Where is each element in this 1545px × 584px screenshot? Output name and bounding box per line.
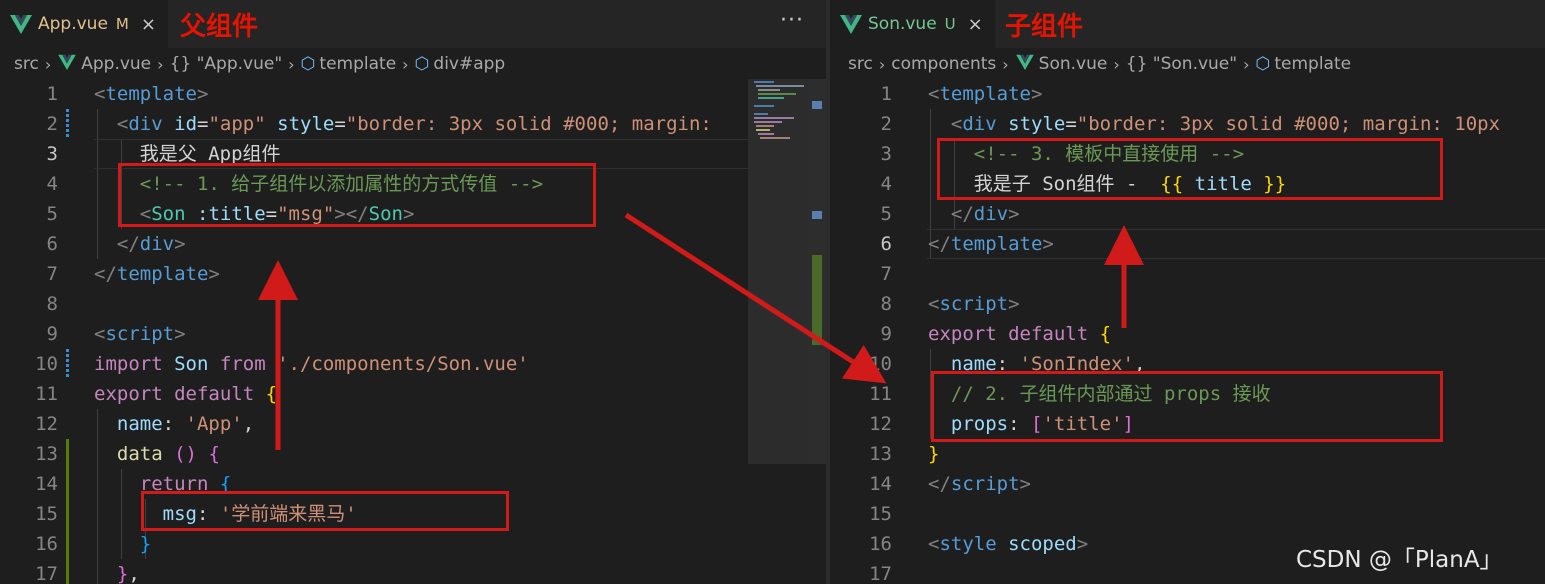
code-line: 1 <template> — [880, 83, 1043, 105]
breadcrumb-item-src[interactable]: src — [14, 54, 39, 74]
watermark: CSDN @「PlanA」 — [1296, 547, 1503, 573]
code-line: 2 <div style="border: 3px solid #000; ma… — [880, 113, 1501, 135]
code-line: 8 <script> — [880, 293, 1020, 315]
code-line: 11 export default { — [35, 383, 278, 405]
code-line: 10 import Son from './components/Son.vue' — [35, 353, 529, 375]
breadcrumb-item-components[interactable]: components — [891, 54, 996, 74]
untracked-flag: U — [944, 15, 956, 33]
code-line: 7 </template> — [46, 263, 220, 285]
tab-bar: Son.vue U × 子组件 — [830, 0, 1545, 48]
chevron-right-icon: › — [157, 54, 164, 74]
highlight-box-props — [931, 371, 1443, 442]
vue-file-icon — [1015, 54, 1035, 75]
breadcrumb-item-module[interactable]: {} "Son.vue" — [1126, 54, 1237, 74]
code-line: 7 — [880, 263, 892, 285]
breadcrumb-item-template[interactable]: template — [1274, 54, 1351, 74]
code-line: 9 <script> — [46, 323, 186, 345]
code-line: 5 </div> — [880, 203, 1020, 225]
breadcrumb-item-template[interactable]: template — [319, 54, 396, 74]
vertical-scrollbar[interactable] — [808, 79, 826, 464]
chevron-right-icon: › — [878, 54, 886, 74]
tab-bar: App.vue M × 父组件 ··· — [0, 0, 826, 48]
code-line: 13} — [869, 443, 940, 465]
annotation-child-label: 子组件 — [1005, 12, 1084, 42]
code-line: 9 export default { — [880, 323, 1112, 345]
breadcrumb: src › components › Son.vue › {} "Son.vue… — [830, 48, 1545, 80]
cube-icon: ⬡ — [1255, 54, 1271, 74]
cube-icon: ⬡ — [300, 54, 316, 74]
chevron-right-icon: › — [1002, 54, 1009, 74]
breadcrumb-item-file[interactable]: Son.vue — [1039, 54, 1108, 74]
tab-label: App.vue — [38, 14, 108, 34]
tab-label: Son.vue — [868, 14, 937, 34]
breadcrumb-item-module[interactable]: {} "App.vue" — [170, 54, 283, 74]
chevron-right-icon: › — [288, 54, 295, 74]
vue-file-icon — [57, 54, 77, 75]
modified-flag: M — [115, 15, 129, 33]
tab-app-vue[interactable]: App.vue M × — [0, 0, 168, 48]
tab-son-vue[interactable]: Son.vue U × — [830, 0, 995, 48]
breadcrumb-item-file[interactable]: App.vue — [81, 54, 151, 74]
code-line: 6 </template> — [880, 233, 1054, 255]
breadcrumb-item-div[interactable]: div#app — [433, 54, 505, 74]
code-line: 6 </div> — [46, 233, 186, 255]
code-line: 1 <template> — [46, 83, 209, 105]
breadcrumb-item-src[interactable]: src — [848, 54, 873, 74]
chevron-right-icon: › — [44, 54, 52, 74]
code-line: 17 }, — [35, 563, 140, 584]
more-actions-icon[interactable]: ··· — [780, 8, 804, 33]
cube-icon: ⬡ — [414, 54, 430, 74]
right-editor-pane: Son.vue U × 子组件 src › components › Son.v… — [830, 0, 1545, 584]
code-line: 12 name: 'App', — [35, 413, 255, 435]
code-line: 16 } — [35, 533, 152, 555]
code-line: 8 — [46, 293, 58, 315]
code-line: 16 <style scoped> — [869, 533, 1089, 555]
annotation-parent-label: 父组件 — [180, 12, 259, 42]
highlight-box-template-use — [937, 138, 1443, 200]
code-line: 17 — [869, 563, 892, 584]
highlight-box-msg-data — [141, 491, 509, 531]
code-line: 15 — [869, 503, 892, 525]
highlight-box-pass-prop — [118, 163, 596, 227]
vue-file-icon — [10, 14, 32, 34]
vue-file-icon — [840, 14, 862, 34]
code-line: 14 </script> — [869, 473, 1031, 495]
code-line: 13 data () { — [35, 443, 220, 465]
code-line: 2 <div id="app" style="border: 3px solid… — [46, 113, 712, 135]
close-icon[interactable]: × — [968, 14, 983, 35]
breadcrumb: src › App.vue › {} "App.vue" › ⬡ templat… — [0, 48, 826, 80]
chevron-right-icon: › — [1113, 54, 1120, 74]
chevron-right-icon: › — [402, 54, 409, 74]
chevron-right-icon: › — [1243, 54, 1250, 74]
close-icon[interactable]: × — [141, 14, 156, 35]
